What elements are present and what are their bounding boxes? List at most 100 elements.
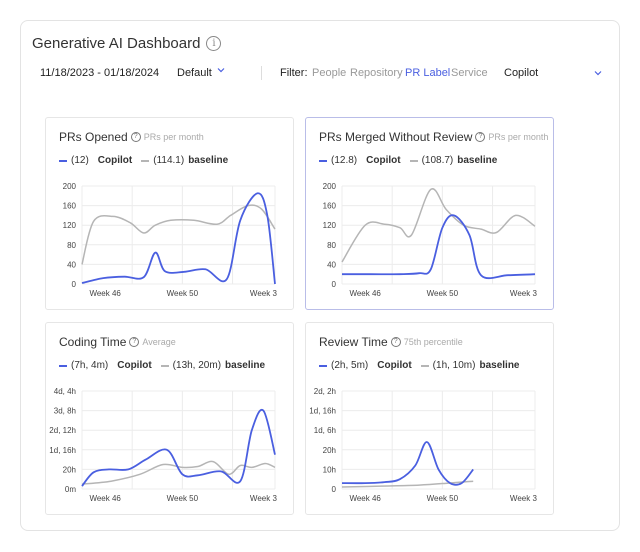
copilot-series-line[interactable] <box>81 192 276 285</box>
x-tick-label: Week 46 <box>349 494 381 503</box>
date-range-picker[interactable]: 11/18/2023 - 01/18/2024 <box>40 67 159 79</box>
x-tick-label: Week 3 <box>250 289 278 298</box>
filter-label: Filter: <box>280 67 308 79</box>
chevron-down-icon[interactable] <box>217 66 225 74</box>
panel-title: PRs Opened ? PRs per month <box>59 130 204 144</box>
y-tick-label: 200 <box>63 182 77 191</box>
panel-title-text: PRs Opened <box>59 130 128 144</box>
line-chart: 0m 20h 1d, 16h 2d, 12h 3d, 8h 4d, 4h Week 46 We… <box>49 387 278 503</box>
panel-subtitle: 75th percentile <box>403 337 463 347</box>
help-icon[interactable]: ? <box>475 132 486 142</box>
y-tick-label: 20h <box>323 446 336 455</box>
baseline-legend-value: (13h, 20m) <box>172 360 222 371</box>
x-tick-label: Week 46 <box>349 289 381 298</box>
baseline-legend-value: (114.1) <box>153 155 185 166</box>
y-tick-label: 200 <box>323 182 337 191</box>
baseline-legend-value: (108.7) <box>421 155 454 166</box>
y-tick-label: 2d, 12h <box>49 426 76 435</box>
line-chart: 0 10h 20h 1d, 6h 1d, 16h 2d, 2h Week 46 Week 50… <box>309 387 538 503</box>
copilot-legend-swatch <box>59 364 67 367</box>
filter-bar: 11/18/2023 - 01/18/2024 Default Filter: … <box>40 64 610 84</box>
baseline-legend-value: (1h, 10m) <box>432 360 476 371</box>
panel-title: PRs Merged Without Review ? PRs per mont… <box>319 130 548 144</box>
baseline-legend-name: baseline <box>457 155 498 166</box>
chart-panel-prs-merged-without-review[interactable]: PRs Merged Without Review ? PRs per mont… <box>305 117 554 310</box>
x-tick-label: Week 50 <box>427 494 459 503</box>
chart-legend: (12) Copilot (114.1) baseline <box>59 155 228 166</box>
y-tick-label: 0 <box>332 485 337 494</box>
y-tick-label: 1d, 16h <box>49 446 76 455</box>
baseline-legend-name: baseline <box>225 360 266 371</box>
y-tick-label: 10h <box>323 465 336 474</box>
x-tick-label: Week 3 <box>510 494 538 503</box>
y-tick-label: 0m <box>65 485 76 494</box>
copilot-legend-value: (12) <box>71 155 89 166</box>
copilot-series-line[interactable] <box>81 408 276 487</box>
y-tick-label: 40 <box>67 260 76 269</box>
help-icon[interactable]: ? <box>390 337 401 347</box>
baseline-legend-swatch <box>420 364 429 367</box>
baseline-legend-swatch <box>160 364 169 367</box>
copilot-legend-value: (7h, 4m) <box>71 360 109 371</box>
info-icon[interactable]: i <box>206 36 222 51</box>
y-tick-label: 160 <box>323 202 337 211</box>
chart-legend: (2h, 5m) Copilot (1h, 10m) baseline <box>319 360 520 371</box>
copilot-legend-swatch <box>319 159 327 162</box>
copilot-legend-swatch <box>319 364 327 367</box>
chart-panel-coding-time[interactable]: Coding Time ? Average (7h, 4m) Copilot (… <box>45 322 294 515</box>
line-chart: 0 40 80 120 160 200 Week 46 Week 50 Week 3 <box>323 182 538 298</box>
copilot-legend-name: Copilot <box>377 360 412 371</box>
chart-panel-prs-opened[interactable]: PRs Opened ? PRs per month (12) Copilot … <box>45 117 294 310</box>
y-tick-label: 120 <box>323 221 337 230</box>
panel-title-text: Coding Time <box>59 335 127 349</box>
panel-subtitle: Average <box>142 337 176 347</box>
copilot-legend-name: Copilot <box>97 155 133 166</box>
y-tick-label: 120 <box>63 221 77 230</box>
copilot-series-line[interactable] <box>342 214 536 280</box>
panel-title: Review Time ? 75th percentile <box>319 335 463 349</box>
y-tick-label: 3d, 8h <box>54 407 76 416</box>
x-tick-label: Week 3 <box>510 289 538 298</box>
chart-legend: (12.8) Copilot (108.7) baseline <box>319 155 497 166</box>
y-tick-label: 2d, 2h <box>314 387 336 396</box>
filter-option-people[interactable]: People <box>312 67 346 79</box>
copilot-legend-name: Copilot <box>366 155 401 166</box>
filter-option-service[interactable]: Service <box>451 67 488 79</box>
copilot-legend-value: (2h, 5m) <box>331 360 369 371</box>
help-icon[interactable]: ? <box>129 337 140 347</box>
line-chart: 0 40 80 120 160 200 Week 46 Week 50 Week 3 <box>63 182 278 298</box>
divider <box>261 66 262 80</box>
dashboard-header: Generative AI Dashboard i <box>32 35 222 52</box>
panel-subtitle: PRs per month <box>143 132 204 142</box>
page-title: Generative AI Dashboard <box>32 35 201 52</box>
y-tick-label: 80 <box>67 241 76 250</box>
help-icon[interactable]: ? <box>130 132 141 142</box>
copilot-legend-name: Copilot <box>117 360 152 371</box>
baseline-series-line[interactable] <box>81 204 276 265</box>
x-tick-label: Week 3 <box>250 494 278 503</box>
filter-option-pr-label[interactable]: PR Label <box>405 67 450 79</box>
y-tick-label: 1d, 16h <box>309 407 336 416</box>
y-tick-label: 160 <box>63 202 77 211</box>
preset-dropdown[interactable]: Default <box>177 67 212 79</box>
filter-value-dropdown[interactable]: Copilot <box>504 67 538 79</box>
chevron-down-icon[interactable] <box>594 69 602 77</box>
baseline-legend-swatch <box>141 159 150 162</box>
y-tick-label: 40 <box>327 260 336 269</box>
y-tick-label: 0 <box>332 280 337 289</box>
x-tick-label: Week 50 <box>167 289 199 298</box>
panel-title-text: Review Time <box>319 335 388 349</box>
baseline-legend-name: baseline <box>479 360 520 371</box>
copilot-legend-swatch <box>59 159 67 162</box>
baseline-legend-swatch <box>409 159 418 162</box>
baseline-legend-name: baseline <box>188 155 229 166</box>
copilot-series-line[interactable] <box>341 441 474 486</box>
x-tick-label: Week 50 <box>167 494 199 503</box>
chart-panel-review-time[interactable]: Review Time ? 75th percentile (2h, 5m) C… <box>305 322 554 515</box>
filter-option-repository[interactable]: Repository <box>350 67 403 79</box>
y-tick-label: 80 <box>327 241 336 250</box>
x-tick-label: Week 46 <box>89 494 121 503</box>
y-tick-label: 1d, 6h <box>314 426 336 435</box>
panel-title-text: PRs Merged Without Review <box>319 130 473 144</box>
x-tick-label: Week 50 <box>427 289 459 298</box>
